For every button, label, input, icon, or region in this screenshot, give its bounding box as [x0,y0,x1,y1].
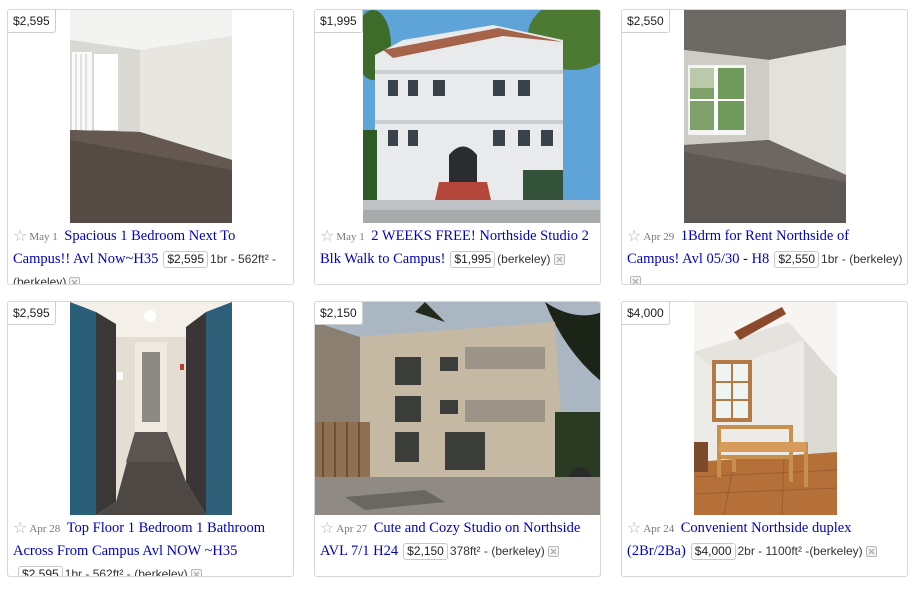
listing-date: May 1 [336,231,365,243]
listing-price: $2,150 [403,543,448,560]
listing-card[interactable]: $2,595 ☆ Apr 28 Top Floor 1 Bedroom 1 Bat… [7,301,294,577]
listing-info: ☆ Apr 29 1Bdrm for Rent Northside of Camp… [627,225,903,284]
attic-bedroom-bedframe-photo[interactable] [694,302,837,515]
price-badge: $2,150 [315,302,363,325]
star-icon[interactable]: ☆ [320,518,334,537]
listing-neighborhood: (berkeley) [13,275,67,285]
empty-room-with-window-photo[interactable] [70,10,232,223]
listing-price: $2,595 [18,566,63,576]
listing-meta: 2br - 1100ft² - [737,544,810,558]
listing-price: $1,995 [450,251,496,268]
listing-neighborhood: (berkeley) [849,252,903,266]
star-icon[interactable]: ☆ [627,518,641,537]
listing-neighborhood: (berkeley) [497,252,551,266]
hide-listing-icon[interactable] [190,569,202,576]
star-icon[interactable]: ☆ [627,226,641,245]
listing-gallery: $2,595 ☆ May 1 Spacious 1 Bedroom Next To… [0,0,919,589]
listing-meta: 378ft² - [449,544,488,558]
star-icon[interactable]: ☆ [13,226,27,245]
price-badge: $4,000 [622,302,670,325]
price-badge: $2,595 [8,302,56,325]
hide-listing-icon[interactable] [547,546,559,557]
listing-date: Apr 28 [29,523,61,535]
hallway-doors-photo[interactable] [70,302,232,515]
listing-info: ☆ Apr 27 Cute and Cozy Studio on Northsid… [320,517,596,563]
listing-date: Apr 24 [643,523,675,535]
listing-info: ☆ May 1 Spacious 1 Bedroom Next To Campus… [13,225,289,285]
empty-room-corner-window-photo[interactable] [684,10,846,223]
hide-listing-icon[interactable] [553,254,565,265]
listing-neighborhood: (berkeley) [134,567,188,577]
listing-date: May 1 [29,231,58,243]
listing-neighborhood: (berkeley) [491,544,545,558]
listing-meta: 1br - 562ft² - [64,567,131,577]
listing-card[interactable]: $2,550 ☆ Apr 29 1Bdrm for Rent Northside … [621,9,908,285]
hide-listing-icon[interactable] [630,276,641,284]
price-badge: $2,595 [8,10,56,33]
star-icon[interactable]: ☆ [320,226,334,245]
beige-apartment-courtyard-photo[interactable] [315,302,600,515]
listing-card[interactable]: $1,995 ☆ May 1 2 WEEKS FREE! Northside S… [314,9,601,285]
listing-meta: 1br - [821,252,846,266]
star-icon[interactable]: ☆ [13,518,27,537]
listing-price: $4,000 [690,543,736,560]
listing-card[interactable]: $4,000 ☆ Apr 24 Convenient Northside dup… [621,301,908,577]
hide-listing-icon[interactable] [865,546,877,557]
listing-neighborhood: (berkeley) [809,544,863,558]
price-badge: $1,995 [315,10,363,33]
listing-date: Apr 29 [643,231,675,243]
white-apartment-building-photo[interactable] [363,10,600,223]
listing-price: $2,550 [774,251,820,268]
price-badge: $2,550 [622,10,670,33]
listing-card[interactable]: $2,150 ☆ Apr 27 Cute and Cozy Studio on … [314,301,601,577]
listing-price: $2,595 [163,251,209,268]
listing-info: ☆ Apr 28 Top Floor 1 Bedroom 1 Bathroom A… [13,517,289,577]
listing-info: ☆ May 1 2 WEEKS FREE! Northside Studio 2 … [320,225,596,271]
listing-info: ☆ Apr 24 Convenient Northside duplex (2Br… [627,517,903,563]
listing-meta: 1br - 562ft² - [210,252,277,266]
hide-listing-icon[interactable] [69,277,81,284]
listing-card[interactable]: $2,595 ☆ May 1 Spacious 1 Bedroom Next To… [7,9,294,285]
listing-date: Apr 27 [336,523,368,535]
